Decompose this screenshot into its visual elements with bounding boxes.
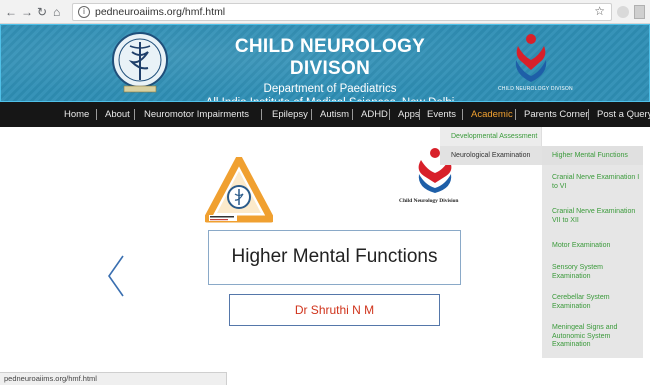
neurological-examination-submenu: Higher Mental Functions Cranial Nerve Ex…	[542, 146, 643, 358]
browser-toolbar: ← → ↻ ⌂ i pedneuroaiims.org/hmf.html ☆	[0, 0, 650, 24]
header-title-block: CHILD NEUROLOGY DIVISON Department of Pa…	[200, 36, 460, 110]
submenu-item-cerebellar-system[interactable]: Cerebellar System Examination	[542, 294, 643, 311]
nav-parents-corner[interactable]: Parents Corner	[524, 102, 588, 127]
author-box: Dr Shruthi N M	[229, 294, 440, 326]
site-header: CHILD NEUROLOGY DIVISON Department of Pa…	[0, 24, 650, 109]
page-icon[interactable]	[634, 5, 645, 19]
info-icon[interactable]: i	[78, 6, 90, 18]
nav-divider	[515, 109, 516, 120]
back-arrow-icon[interactable]: ←	[5, 3, 17, 21]
nav-divider	[311, 109, 312, 120]
menu-item-neurological-examination[interactable]: Neurological Examination	[440, 146, 542, 165]
status-url: pedneuroaiims.org/hmf.html	[4, 374, 97, 383]
nav-post-a-query[interactable]: Post a Query	[597, 102, 650, 127]
site-title: CHILD NEUROLOGY DIVISON	[234, 36, 426, 79]
submenu-item-cranial-nerve-vii-xii[interactable]: Cranial Nerve Examination VII to XII	[542, 208, 643, 225]
main-navbar: Home About Neuromotor Impairments Epilep…	[0, 102, 650, 127]
nav-autism[interactable]: Autism	[320, 102, 349, 127]
reload-icon[interactable]: ↻	[37, 3, 47, 21]
nav-academic[interactable]: Academic	[471, 102, 513, 127]
nav-apps[interactable]: Apps	[398, 102, 420, 127]
nav-divider	[352, 109, 353, 120]
forward-arrow-icon[interactable]: →	[21, 3, 33, 21]
submenu-item-higher-mental-functions[interactable]: Higher Mental Functions	[542, 146, 643, 165]
bookmark-star-icon[interactable]: ☆	[594, 4, 605, 18]
nav-divider	[419, 109, 420, 120]
nav-about[interactable]: About	[105, 102, 130, 127]
submenu-item-meningeal-autonomic[interactable]: Meningeal Signs and Autonomic System Exa…	[542, 324, 643, 350]
academic-dropdown: Developmental Assessment Neurological Ex…	[440, 127, 542, 165]
nav-events[interactable]: Events	[427, 102, 456, 127]
nav-divider	[462, 109, 463, 120]
menu-item-developmental-assessment[interactable]: Developmental Assessment	[440, 127, 542, 146]
nav-home[interactable]: Home	[64, 102, 89, 127]
address-url[interactable]: pedneuroaiims.org/hmf.html	[95, 6, 225, 18]
extension-icon[interactable]	[617, 6, 629, 18]
child-neurology-caption: Child Neurology Division	[399, 198, 459, 204]
nav-neuromotor-impairments[interactable]: Neuromotor Impairments	[144, 102, 249, 127]
slide-author: Dr Shruthi N M	[294, 303, 375, 317]
slide-title-box: Higher Mental Functions	[208, 230, 461, 285]
slide-title: Higher Mental Functions	[231, 246, 438, 267]
nav-epilepsy[interactable]: Epilepsy	[272, 102, 308, 127]
nav-divider	[588, 109, 589, 120]
submenu-item-cranial-nerve-i-vi[interactable]: Cranial Nerve Examination I to VI	[542, 174, 643, 191]
department-name: Department of Paediatrics	[263, 83, 397, 95]
address-bar[interactable]: i pedneuroaiims.org/hmf.html ☆	[72, 3, 612, 21]
child-neurology-logo-icon	[515, 34, 547, 82]
status-bar: pedneuroaiims.org/hmf.html	[0, 372, 227, 385]
home-icon[interactable]: ⌂	[53, 3, 60, 21]
previous-slide-chevron-icon[interactable]	[105, 254, 127, 298]
nav-divider	[96, 109, 97, 120]
nav-divider	[134, 109, 135, 120]
nav-divider	[389, 109, 390, 120]
submenu-item-sensory-system[interactable]: Sensory System Examination	[542, 264, 643, 281]
aiims-logo-icon	[112, 32, 168, 93]
child-neurology-logo-caption: CHILD NEUROLOGY DIVISON	[498, 86, 573, 92]
nav-adhd[interactable]: ADHD	[361, 102, 388, 127]
anniversary-logo-icon	[205, 157, 273, 223]
nav-divider	[261, 109, 262, 120]
submenu-item-motor-examination[interactable]: Motor Examination	[542, 242, 643, 251]
